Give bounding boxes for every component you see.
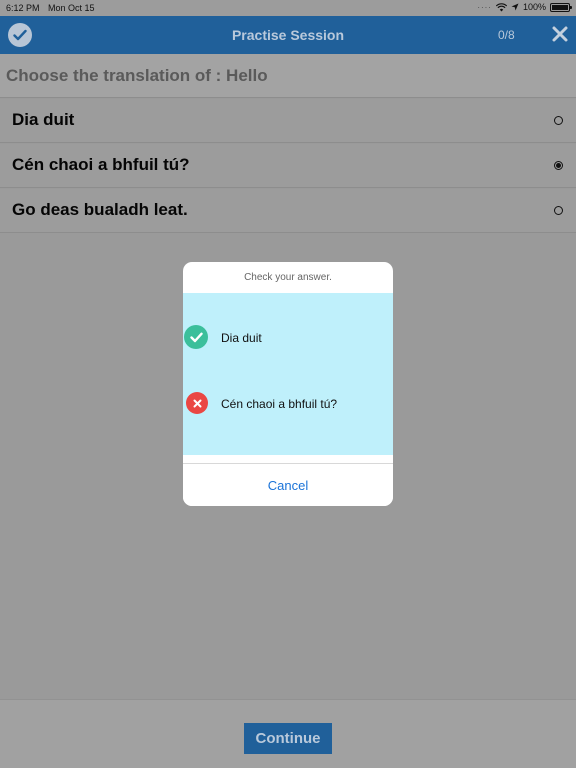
close-icon[interactable] [551, 25, 569, 43]
wifi-icon [495, 2, 507, 11]
dialog-title: Check your answer. [244, 272, 332, 283]
continue-button[interactable]: Continue [244, 723, 332, 754]
status-time: 6:12 PM [6, 3, 40, 13]
nav-title: Practise Session [231, 27, 345, 43]
dialog-divider [183, 463, 393, 464]
option-row[interactable]: Go deas bualadh leat. [0, 189, 576, 233]
battery-icon [550, 2, 572, 12]
option-label: Dia duit [12, 110, 75, 129]
radio-button[interactable] [554, 116, 563, 125]
option-row[interactable]: Dia duit [0, 99, 576, 143]
option-label: Cén chaoi a bhfuil tú? [12, 155, 190, 174]
option-row[interactable]: Cén chaoi a bhfuil tú? [0, 144, 576, 188]
question-header: Choose the translation of : Hello [0, 54, 576, 98]
location-icon [511, 3, 519, 11]
nav-bar: Practise Session 0/8 [0, 16, 576, 54]
question-text: Choose the translation of : Hello [6, 66, 268, 85]
radio-button[interactable] [554, 206, 563, 215]
answer-row: Dia duit [183, 325, 393, 351]
dialog-body: Dia duit Cén chaoi a bhfuil tú? [183, 293, 393, 455]
progress-counter: 0/8 [498, 28, 515, 42]
option-label: Go deas bualadh leat. [12, 200, 188, 219]
answer-text: Cén chaoi a bhfuil tú? [221, 397, 338, 411]
answer-row: Cén chaoi a bhfuil tú? [183, 391, 393, 417]
check-answer-dialog: Check your answer. Dia duit Cén chaoi a … [183, 262, 393, 506]
battery-percent: 100% [522, 2, 546, 12]
status-date: Mon Oct 15 [48, 3, 95, 13]
cancel-button[interactable]: Cancel [183, 465, 393, 506]
check-icon [184, 325, 208, 349]
status-bar: 6:12 PM Mon Oct 15 ···· 100% [0, 0, 576, 16]
bottom-bar: Continue [0, 699, 576, 768]
answer-text: Dia duit [221, 331, 262, 345]
status-right: ···· 100% [477, 2, 572, 12]
radio-button-selected[interactable] [554, 161, 563, 170]
signal-dots-icon: ···· [477, 2, 492, 12]
x-icon [186, 392, 208, 414]
